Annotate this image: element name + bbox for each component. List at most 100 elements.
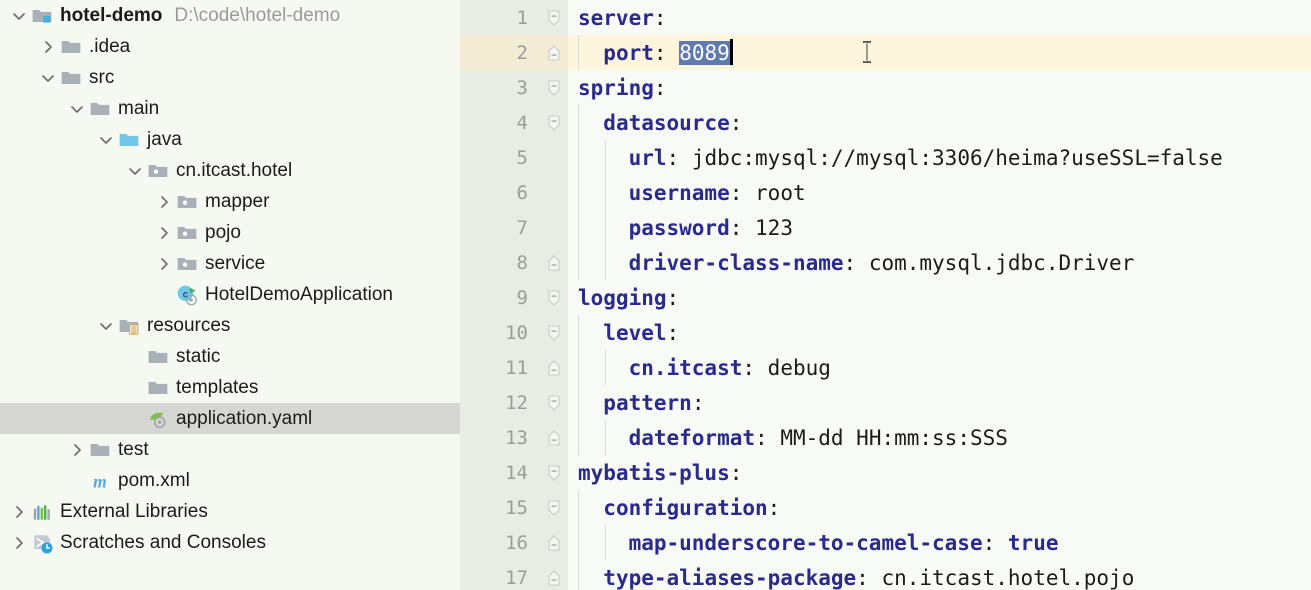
folder-icon — [146, 341, 170, 372]
tree-item-java[interactable]: java — [0, 124, 460, 155]
chevron-down-icon[interactable] — [95, 310, 117, 341]
code-line[interactable]: 5 url: jdbc:mysql://mysql:3306/heima?use… — [460, 140, 1311, 175]
yaml-key: password — [629, 216, 730, 240]
package-icon — [175, 217, 199, 248]
code-text[interactable]: cn.itcast: debug — [568, 350, 1311, 385]
code-text[interactable]: datasource: — [568, 105, 1311, 140]
yaml-key: cn.itcast — [629, 356, 743, 380]
fold-marker-icon[interactable] — [540, 560, 568, 590]
code-indent — [578, 111, 603, 135]
tree-item-application-yaml[interactable]: application.yaml — [0, 403, 460, 434]
code-text[interactable]: driver-class-name: com.mysql.jdbc.Driver — [568, 245, 1311, 280]
chevron-right-icon[interactable] — [66, 434, 88, 465]
tree-indent-spacer — [0, 496, 8, 527]
chevron-down-icon[interactable] — [66, 93, 88, 124]
code-line[interactable]: 9logging: — [460, 280, 1311, 315]
chevron-down-icon[interactable] — [124, 155, 146, 186]
code-text[interactable]: configuration: — [568, 490, 1311, 525]
fold-marker-icon[interactable] — [540, 350, 568, 385]
chevron-right-icon[interactable] — [8, 527, 30, 558]
code-line[interactable]: 13 dateformat: MM-dd HH:mm:ss:SSS — [460, 420, 1311, 455]
code-editor[interactable]: 1server:2 port: 80893spring:4 datasource… — [460, 0, 1311, 590]
tree-item-static[interactable]: static — [0, 341, 460, 372]
chevron-right-icon[interactable] — [153, 248, 175, 279]
tree-item-idea[interactable]: .idea — [0, 31, 460, 62]
chevron-down-icon[interactable] — [37, 62, 59, 93]
code-line[interactable]: 8 driver-class-name: com.mysql.jdbc.Driv… — [460, 245, 1311, 280]
tree-item-scratches-and-consoles[interactable]: Scratches and Consoles — [0, 527, 460, 558]
tree-item-external-libraries[interactable]: External Libraries — [0, 496, 460, 527]
chevron-right-icon[interactable] — [37, 31, 59, 62]
fold-marker-icon[interactable] — [540, 490, 568, 525]
fold-marker-icon[interactable] — [540, 525, 568, 560]
tree-item-src[interactable]: src — [0, 62, 460, 93]
code-text[interactable]: server: — [568, 0, 1311, 35]
code-text[interactable]: dateformat: MM-dd HH:mm:ss:SSS — [568, 420, 1311, 455]
chevron-down-icon[interactable] — [95, 124, 117, 155]
code-line[interactable]: 7 password: 123 — [460, 210, 1311, 245]
code-line[interactable]: 16 map-underscore-to-camel-case: true — [460, 525, 1311, 560]
code-text[interactable]: port: 8089 — [568, 35, 1311, 70]
project-tree-panel[interactable]: hotel-demoD:\code\hotel-demo.ideasrcmain… — [0, 0, 460, 590]
fold-marker-icon[interactable] — [540, 385, 568, 420]
yaml-key: level — [603, 321, 666, 345]
tree-item-service[interactable]: service — [0, 248, 460, 279]
code-line[interactable]: 12 pattern: — [460, 385, 1311, 420]
code-text[interactable]: logging: — [568, 280, 1311, 315]
code-line[interactable]: 15 configuration: — [460, 490, 1311, 525]
chevron-right-icon[interactable] — [153, 186, 175, 217]
tree-item-mapper[interactable]: mapper — [0, 186, 460, 217]
line-number: 6 — [460, 175, 540, 210]
code-text[interactable]: spring: — [568, 70, 1311, 105]
code-line[interactable]: 14mybatis-plus: — [460, 455, 1311, 490]
code-text[interactable]: type-aliases-package: cn.itcast.hotel.po… — [568, 560, 1311, 590]
fold-marker-icon[interactable] — [540, 105, 568, 140]
tree-item-label: templates — [176, 378, 258, 397]
tree-item-cn-itcast-hotel[interactable]: cn.itcast.hotel — [0, 155, 460, 186]
chevron-down-icon[interactable] — [8, 0, 30, 31]
fold-marker-icon[interactable] — [540, 0, 568, 35]
tree-item-pojo[interactable]: pojo — [0, 217, 460, 248]
code-text[interactable]: map-underscore-to-camel-case: true — [568, 525, 1311, 560]
code-text[interactable]: mybatis-plus: — [568, 455, 1311, 490]
tree-item-main[interactable]: main — [0, 93, 460, 124]
code-text[interactable]: pattern: — [568, 385, 1311, 420]
fold-marker-icon[interactable] — [540, 315, 568, 350]
code-line[interactable]: 2 port: 8089 — [460, 35, 1311, 70]
code-line[interactable]: 17 type-aliases-package: cn.itcast.hotel… — [460, 560, 1311, 590]
code-line[interactable]: 1server: — [460, 0, 1311, 35]
code-text[interactable]: password: 123 — [568, 210, 1311, 245]
fold-gutter-empty — [540, 140, 568, 175]
chevron-right-icon[interactable] — [8, 496, 30, 527]
line-number: 4 — [460, 105, 540, 140]
code-text[interactable]: url: jdbc:mysql://mysql:3306/heima?useSS… — [568, 140, 1311, 175]
fold-marker-icon[interactable] — [540, 455, 568, 490]
code-indent — [578, 216, 629, 240]
code-indent — [578, 356, 629, 380]
code-line[interactable]: 3spring: — [460, 70, 1311, 105]
fold-marker-icon[interactable] — [540, 245, 568, 280]
tree-item-test[interactable]: test — [0, 434, 460, 465]
fold-marker-icon[interactable] — [540, 280, 568, 315]
indent-guide — [578, 490, 579, 525]
selected-value[interactable]: 8089 — [679, 41, 730, 65]
chevron-right-icon[interactable] — [153, 217, 175, 248]
yaml-colon: : — [983, 531, 996, 555]
tree-item-hoteldemoapplication[interactable]: cHotelDemoApplication — [0, 279, 460, 310]
tree-item-hotel-demo[interactable]: hotel-demoD:\code\hotel-demo — [0, 0, 460, 31]
code-line[interactable]: 4 datasource: — [460, 105, 1311, 140]
code-line[interactable]: 11 cn.itcast: debug — [460, 350, 1311, 385]
yaml-value: jdbc:mysql://mysql:3306/heima?useSSL=fal… — [679, 146, 1223, 170]
code-text[interactable]: level: — [568, 315, 1311, 350]
tree-item-pom-xml[interactable]: mpom.xml — [0, 465, 460, 496]
code-line[interactable]: 6 username: root — [460, 175, 1311, 210]
tree-item-resources[interactable]: resources — [0, 310, 460, 341]
code-line[interactable]: 10 level: — [460, 315, 1311, 350]
yaml-colon: : — [730, 461, 743, 485]
tree-item-templates[interactable]: templates — [0, 372, 460, 403]
line-number: 7 — [460, 210, 540, 245]
fold-marker-icon[interactable] — [540, 70, 568, 105]
fold-marker-icon[interactable] — [540, 35, 568, 70]
code-text[interactable]: username: root — [568, 175, 1311, 210]
fold-marker-icon[interactable] — [540, 420, 568, 455]
